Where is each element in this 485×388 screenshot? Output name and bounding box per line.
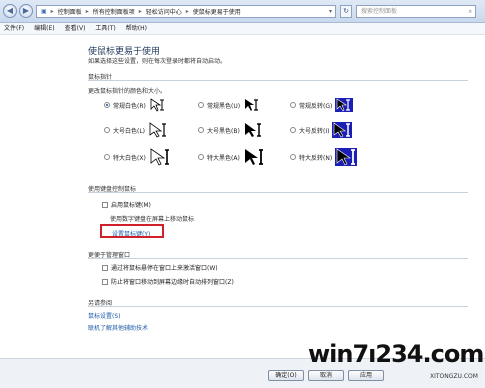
main-content: 使鼠标更易于使用 如果选择这些设置，则在每次登录时都将自动启动。 鼠标指针 更改… [0, 36, 485, 358]
radio[interactable] [290, 127, 296, 133]
option-label: 大号反转(I) [299, 127, 330, 135]
inverted-cursor-icon [335, 148, 358, 166]
breadcrumb-item[interactable]: 所有控制面板项 [93, 7, 135, 16]
pointer-option-regular-inverted[interactable]: 常规反转(G) [290, 98, 354, 112]
menu-tools[interactable]: 工具(T) [95, 23, 115, 34]
forward-button[interactable]: ▶ [19, 4, 33, 18]
radio[interactable] [104, 154, 110, 160]
divider [88, 192, 468, 193]
ok-button[interactable]: 确定(O) [268, 370, 304, 381]
folder-icon: ▣ [41, 8, 47, 15]
hover-activate-checkbox[interactable]: 通过将鼠标悬停在窗口上来激活窗口(W) [102, 263, 218, 272]
apply-button[interactable]: 应用 [348, 370, 384, 381]
pointer-option-regular-black[interactable]: 常规黑色(U) [198, 98, 261, 112]
black-cursor-icon [243, 122, 263, 138]
radio[interactable] [104, 127, 110, 133]
black-cursor-icon [243, 148, 265, 166]
menu-help[interactable]: 帮助(H) [126, 23, 147, 34]
menu-bar: 文件(F) 编辑(E) 查看(V) 工具(T) 帮助(H) [0, 23, 485, 35]
menu-file[interactable]: 文件(F) [4, 23, 24, 34]
white-cursor-icon [149, 148, 171, 166]
breadcrumb-item[interactable]: 使鼠标更易于使用 [193, 7, 241, 16]
enable-mousekeys-checkbox[interactable]: 启用鼠标键(M) [102, 200, 151, 209]
option-label: 特大白色(X) [113, 154, 146, 162]
option-label: 常规反转(G) [299, 102, 333, 110]
search-icon[interactable]: ⌕ [469, 6, 475, 17]
inverted-cursor-icon [335, 98, 354, 112]
option-label: 常规白色(R) [113, 102, 146, 110]
prevent-arrange-checkbox[interactable]: 防止将窗口移动到屏幕边缘时自动排列窗口(Z) [102, 277, 234, 286]
pointer-option-xlarge-inverted[interactable]: 特大反转(N) [290, 148, 358, 166]
checkbox[interactable] [102, 201, 108, 208]
mousekeys-desc: 使用数字键盘在屏幕上移动鼠标 [110, 216, 195, 223]
breadcrumb[interactable]: ▣ ▸ 控制面板 ▸ 所有控制面板项 ▸ 轻松访问中心 ▸ 使鼠标更易于使用 ▾ [36, 5, 336, 18]
watermark: win7ı234.com [308, 340, 484, 368]
mouse-settings-link[interactable]: 鼠标设置(S) [88, 311, 121, 320]
divider [88, 306, 468, 307]
divider [88, 80, 468, 81]
inverted-cursor-icon [332, 122, 353, 138]
option-label: 常规黑色(U) [207, 102, 241, 110]
pointer-option-xlarge-black[interactable]: 特大黑色(A) [198, 148, 265, 166]
checkbox[interactable] [102, 264, 108, 271]
option-label: 特大黑色(A) [207, 154, 240, 162]
page-subtitle: 如果选择这些设置，则在每次登录时都将自动启动。 [88, 58, 227, 65]
checkbox-label: 防止将窗口移动到屏幕边缘时自动排列窗口(Z) [111, 279, 234, 286]
radio-selected[interactable] [104, 102, 110, 108]
divider [88, 258, 468, 259]
search-input[interactable]: 搜索控制面板 ⌕ [356, 5, 476, 18]
breadcrumb-item[interactable]: 控制面板 [58, 7, 82, 16]
radio[interactable] [290, 154, 296, 160]
option-label: 大号黑色(B) [207, 127, 240, 135]
checkbox-label: 启用鼠标键(M) [111, 202, 151, 209]
menu-edit[interactable]: 编辑(E) [34, 23, 54, 34]
option-label: 大号白色(L) [113, 127, 146, 135]
pointer-option-large-black[interactable]: 大号黑色(B) [198, 122, 263, 138]
radio[interactable] [198, 127, 204, 133]
watermark-sub: XITONGZU.COM [430, 373, 478, 380]
refresh-button[interactable]: ↻ [340, 5, 352, 18]
pointer-option-xlarge-white[interactable]: 特大白色(X) [104, 148, 171, 166]
back-button[interactable]: ◀ [3, 4, 17, 18]
white-cursor-icon [148, 122, 168, 138]
cancel-button[interactable]: 取消 [308, 370, 344, 381]
highlight-box [100, 224, 164, 238]
chevron-down-icon[interactable]: ▾ [329, 8, 335, 15]
address-bar: ◀ ▶ ▣ ▸ 控制面板 ▸ 所有控制面板项 ▸ 轻松访问中心 ▸ 使鼠标更易于… [0, 0, 485, 23]
option-label: 特大反转(N) [299, 154, 333, 162]
pointer-option-large-inverted[interactable]: 大号反转(I) [290, 122, 353, 138]
search-placeholder: 搜索控制面板 [361, 8, 398, 15]
pointer-instruction: 更改鼠标指针的颜色和大小。 [88, 88, 167, 95]
radio[interactable] [198, 102, 204, 108]
pointer-option-regular-white[interactable]: 常规白色(R) [104, 98, 167, 112]
white-cursor-icon [149, 98, 167, 112]
assistive-tech-link[interactable]: 联机了解其他辅助技术 [88, 323, 148, 332]
menu-view[interactable]: 查看(V) [65, 23, 86, 34]
checkbox[interactable] [102, 278, 108, 285]
breadcrumb-item[interactable]: 轻松访问中心 [146, 7, 182, 16]
radio[interactable] [198, 154, 204, 160]
checkbox-label: 通过将鼠标悬停在窗口上来激活窗口(W) [111, 265, 218, 272]
radio[interactable] [290, 102, 296, 108]
black-cursor-icon [243, 98, 261, 112]
pointer-option-large-white[interactable]: 大号白色(L) [104, 122, 168, 138]
